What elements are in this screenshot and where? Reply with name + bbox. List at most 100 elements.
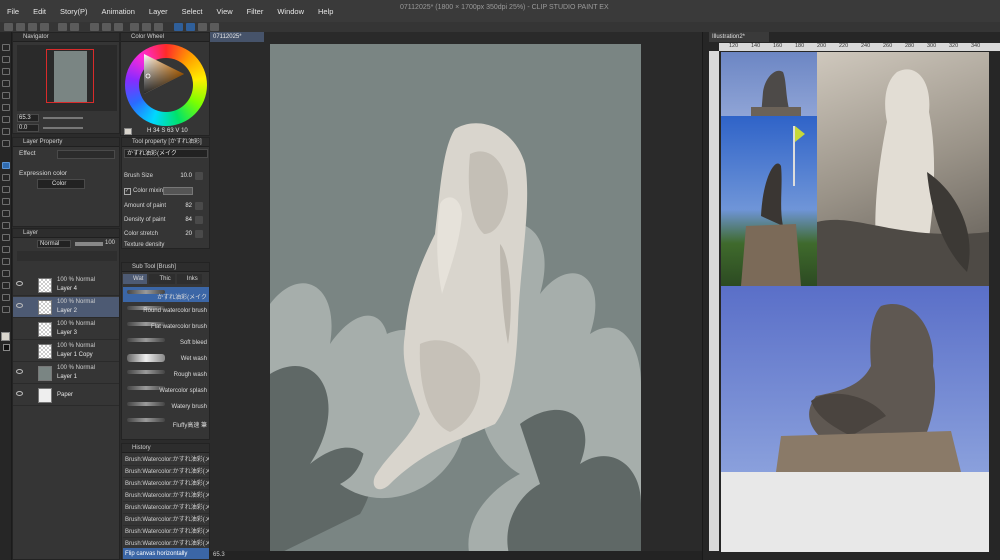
reference-tab[interactable]: Illustration2* [709, 32, 769, 42]
brush-size-stepper[interactable] [195, 172, 203, 180]
eyedropper-tool-icon[interactable] [2, 116, 10, 123]
invert-selection-icon[interactable] [142, 23, 151, 31]
texture-density-row[interactable]: Texture density [124, 240, 208, 250]
menu-help[interactable]: Help [311, 7, 340, 16]
menu-window[interactable]: Window [270, 7, 311, 16]
visibility-eye-icon[interactable] [16, 303, 23, 308]
main-color-swatch[interactable] [1, 332, 10, 341]
layer-row[interactable]: 100 % Normal Layer 2 [13, 297, 119, 318]
decoration-tool-icon[interactable] [2, 186, 10, 193]
layer-row[interactable]: 100 % Normal Layer 1 [13, 363, 119, 384]
blend-tool-icon[interactable] [2, 210, 10, 217]
transform-icon[interactable] [114, 23, 123, 31]
airbrush-tool-icon[interactable] [2, 174, 10, 181]
visibility-eye-icon[interactable] [16, 281, 23, 286]
blend-mode-select[interactable]: Normal [37, 240, 71, 248]
fill-icon[interactable] [102, 23, 111, 31]
menu-edit[interactable]: Edit [26, 7, 53, 16]
history-item[interactable]: Brush:Watercolor:かすれ油彩(メイク [123, 454, 209, 466]
pencil-tool-icon[interactable] [2, 140, 10, 147]
export-icon[interactable] [40, 23, 49, 31]
gradient-tool-icon[interactable] [2, 234, 10, 241]
brush-name-field[interactable]: かすれ油彩(メイク [124, 149, 208, 158]
density-of-paint-stepper[interactable] [195, 216, 203, 224]
open-file-icon[interactable] [16, 23, 25, 31]
color-mixing-checkbox[interactable]: ✓ [124, 187, 131, 195]
density-of-paint-value[interactable]: 84 [172, 217, 192, 223]
save-icon[interactable] [28, 23, 37, 31]
brush-size-row[interactable]: Brush Size 10.0 [124, 171, 208, 181]
amount-of-paint-row[interactable]: Amount of paint 82 [124, 201, 208, 211]
effect-buttons[interactable] [57, 150, 115, 159]
tab-inks[interactable]: Inks [176, 274, 202, 284]
brush-item[interactable]: Watercolor splash [123, 383, 209, 398]
clear-icon[interactable] [90, 23, 99, 31]
brush-item[interactable]: Watery brush [123, 399, 209, 414]
color-stretch-stepper[interactable] [195, 230, 203, 238]
layer-row[interactable]: 100 % Normal Layer 1 Copy [13, 341, 119, 362]
auto-select-tool-icon[interactable] [2, 104, 10, 111]
brush-item[interactable]: Rough wash [123, 367, 209, 382]
text-tool-icon[interactable] [2, 282, 10, 289]
brush-item[interactable]: Round watercolor brush [123, 303, 209, 318]
brush-item[interactable]: Flat watercolor brush [123, 319, 209, 334]
history-item[interactable]: Brush:Watercolor:かすれ油彩(メイク [123, 526, 209, 538]
ruler-tool-icon[interactable] [2, 270, 10, 277]
visibility-eye-icon[interactable] [16, 391, 23, 396]
brush-item[interactable]: Fluffy高速 筆 [123, 415, 209, 430]
snap-special-ruler-icon[interactable] [186, 23, 195, 31]
navigator-preview[interactable] [17, 45, 117, 111]
amount-of-paint-value[interactable]: 82 [172, 203, 192, 209]
menu-animation[interactable]: Animation [95, 7, 142, 16]
pen-tool-icon[interactable] [2, 128, 10, 135]
canvas-tab[interactable]: 07112025* [210, 32, 264, 42]
new-canvas-icon[interactable] [4, 23, 13, 31]
menu-select[interactable]: Select [175, 7, 210, 16]
brush-item-selected[interactable]: かすれ油彩(メイク [123, 287, 209, 302]
menu-story[interactable]: Story(P) [53, 7, 95, 16]
navigator-zoom-field[interactable]: 65.3 [17, 114, 39, 122]
opacity-value[interactable]: 100 [105, 240, 115, 246]
reference-canvas[interactable] [721, 52, 989, 552]
navigator-angle-field[interactable]: 0.0 [17, 124, 39, 132]
layer-toolbar[interactable] [17, 251, 117, 261]
layer-row[interactable]: 100 % Normal Layer 4 [13, 275, 119, 296]
fill-tool-icon[interactable] [2, 222, 10, 229]
deselect-icon[interactable] [130, 23, 139, 31]
saturation-value-triangle[interactable] [138, 50, 186, 98]
move-layer-tool-icon[interactable] [2, 80, 10, 87]
opacity-slider[interactable] [75, 242, 103, 246]
brush-size-value[interactable]: 10.0 [172, 173, 192, 179]
brush-item[interactable]: Wet wash [123, 351, 209, 366]
brush-tool-icon[interactable] [2, 162, 10, 169]
menu-filter[interactable]: Filter [240, 7, 271, 16]
balloon-tool-icon[interactable] [2, 294, 10, 301]
history-item[interactable]: Brush:Watercolor:かすれ油彩(メイク [123, 490, 209, 502]
color-stretch-row[interactable]: Color stretch 20 [124, 229, 208, 239]
brush-item[interactable]: Soft bleed [123, 335, 209, 350]
menu-view[interactable]: View [210, 7, 240, 16]
frame-tool-icon[interactable] [2, 258, 10, 265]
redo-icon[interactable] [70, 23, 79, 31]
zoom-tool-icon[interactable] [2, 44, 10, 51]
current-color-swatch[interactable] [124, 128, 132, 135]
eraser-tool-icon[interactable] [2, 198, 10, 205]
menu-layer[interactable]: Layer [142, 7, 175, 16]
amount-of-paint-stepper[interactable] [195, 202, 203, 210]
layer-row[interactable]: Paper [13, 385, 119, 406]
operation-tool-icon[interactable] [2, 68, 10, 75]
history-item[interactable]: Brush:Watercolor:かすれ油彩(メイク [123, 478, 209, 490]
history-item-current[interactable]: Flip canvas horizontally [123, 548, 209, 560]
expression-color-select[interactable]: Color [37, 179, 85, 189]
color-stretch-value[interactable]: 20 [172, 231, 192, 237]
selection-tool-icon[interactable] [2, 92, 10, 99]
correct-line-tool-icon[interactable] [2, 306, 10, 313]
snap-grid-icon[interactable] [198, 23, 207, 31]
history-item[interactable]: Brush:Watercolor:かすれ油彩(メイク [123, 466, 209, 478]
history-item[interactable]: Brush:Watercolor:かすれ油彩(メイク [123, 502, 209, 514]
figure-tool-icon[interactable] [2, 246, 10, 253]
tab-watercolor[interactable]: Wat [123, 274, 148, 284]
drawing-canvas[interactable] [270, 44, 641, 558]
navigator-angle-slider[interactable] [43, 127, 83, 129]
color-mixing-row[interactable]: ✓ Color mixing [124, 186, 208, 196]
